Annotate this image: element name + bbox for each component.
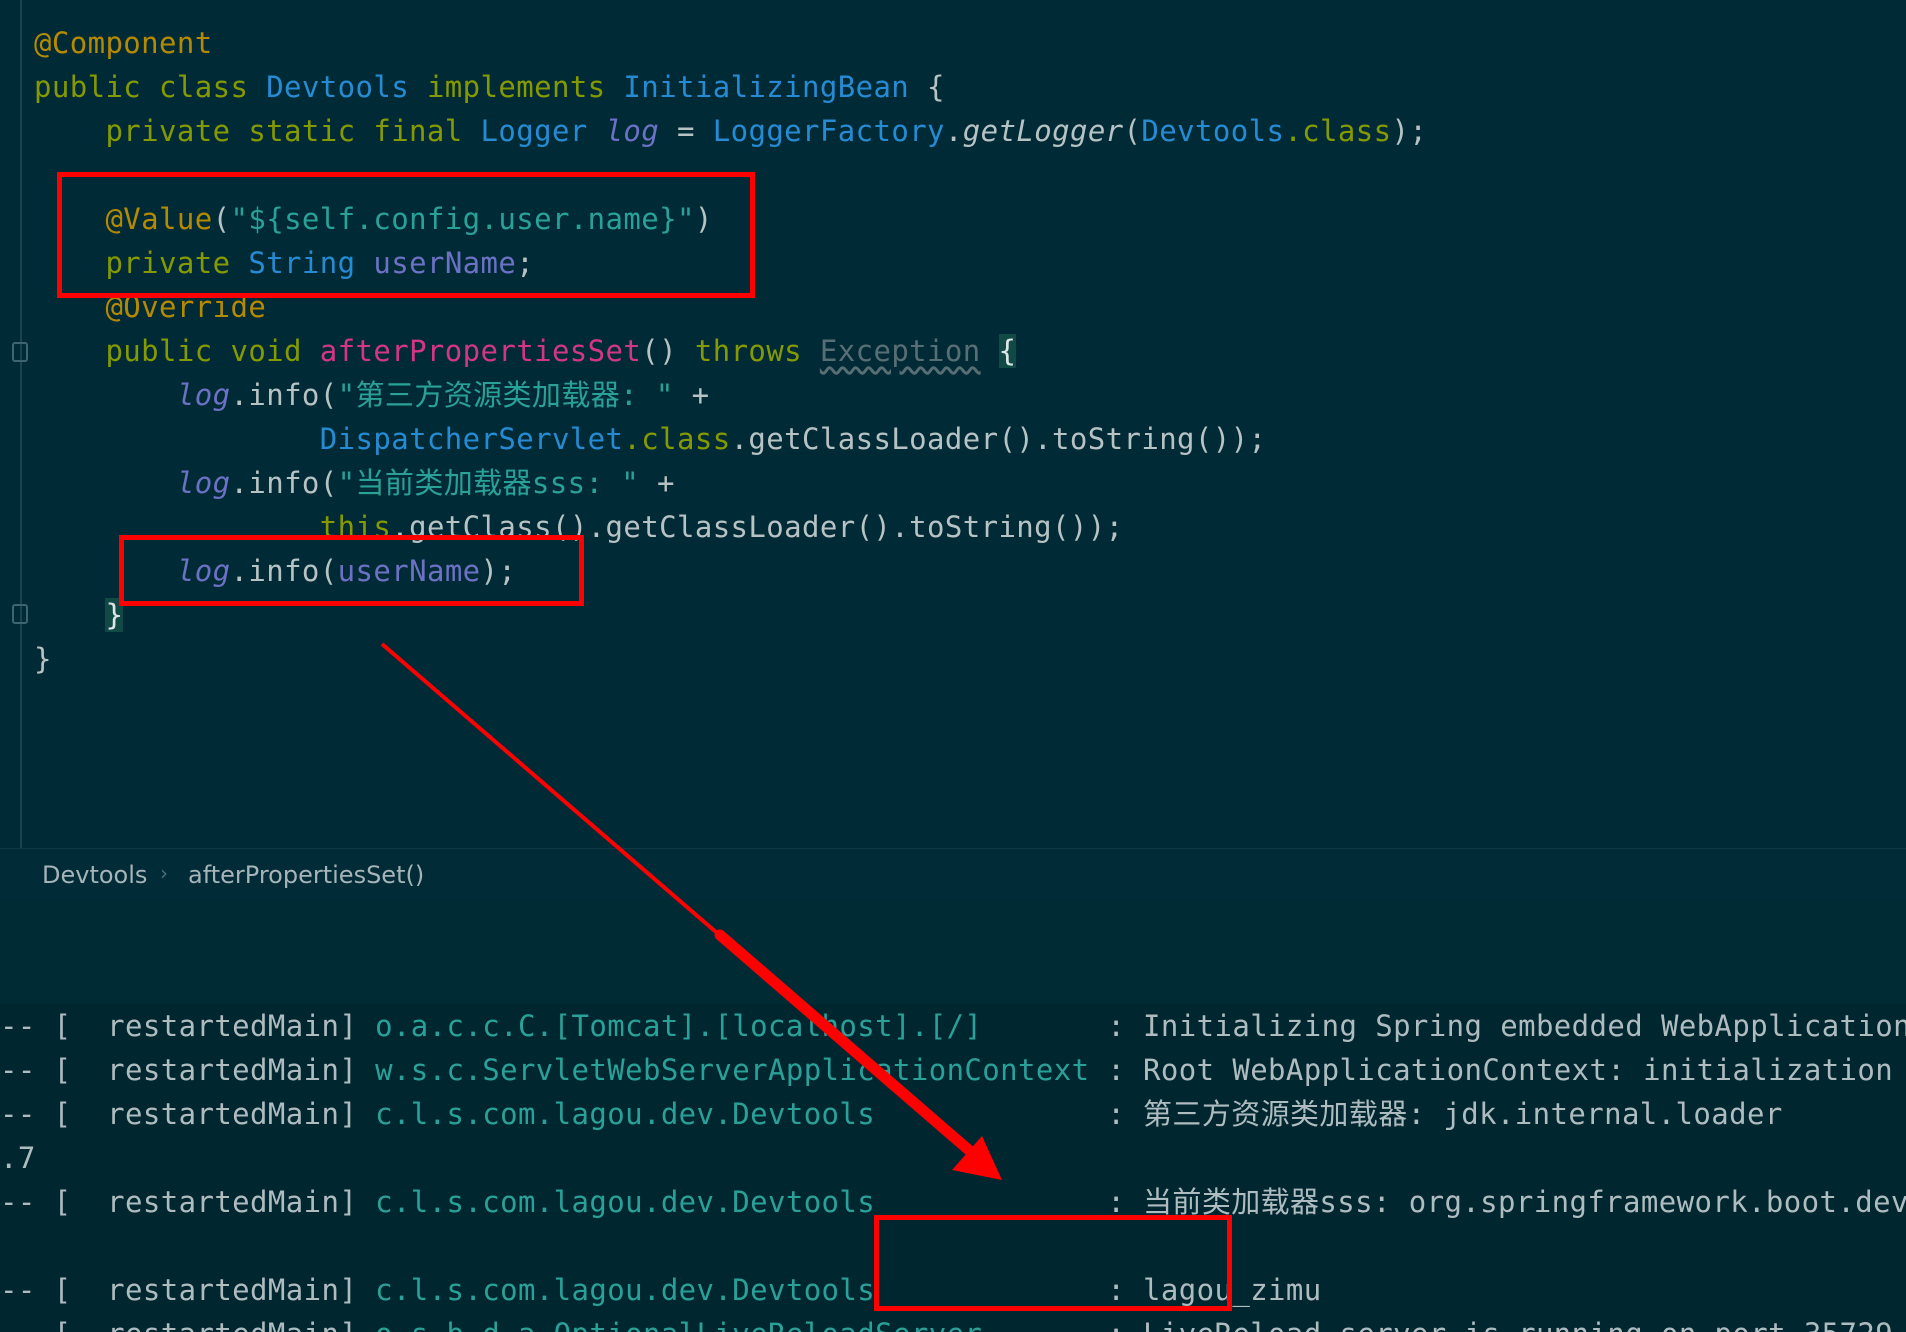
code-token: log <box>176 378 231 412</box>
log-message: : 当前类加载器sss: org.springframework.boot.de… <box>1107 1185 1906 1219</box>
code-token: .info( <box>230 378 338 412</box>
code-token: LoggerFactory <box>712 114 945 148</box>
code-token: Logger <box>480 114 588 148</box>
code-token: "当前类加载器sss: " <box>337 466 640 500</box>
code-line[interactable]: } <box>34 593 124 637</box>
console-line[interactable]: -- [ restartedMain] c.l.s.com.lagou.dev.… <box>0 1092 1783 1136</box>
code-token: ); <box>1391 114 1428 148</box>
log-logger-name: o.s.b.d.a.OptionalLiveReloadServer <box>375 1317 1089 1332</box>
fold-end-icon[interactable] <box>12 604 28 624</box>
code-line[interactable]: log.info("当前类加载器sss: " + <box>34 461 675 505</box>
code-token: @Component <box>34 26 213 60</box>
code-token: } <box>34 642 52 676</box>
code-token: + <box>673 378 710 412</box>
console-line[interactable]: -- [ restartedMain] w.s.c.ServletWebServ… <box>0 1048 1906 1092</box>
code-token: DispatcherServlet <box>319 422 624 456</box>
log-thread: -- [ restartedMain] <box>0 1317 375 1332</box>
console-line[interactable]: .7 <box>0 1136 36 1180</box>
log-message: : Initializing Spring embedded WebApplic… <box>1107 1009 1906 1043</box>
code-token: .getClassLoader().toString()); <box>730 422 1267 456</box>
code-token: Devtools <box>266 70 410 104</box>
code-line[interactable]: public class Devtools implements Initial… <box>34 65 945 109</box>
code-token: InitializingBean <box>623 70 910 104</box>
code-line[interactable]: public void afterPropertiesSet() throws … <box>34 329 1017 373</box>
breadcrumb-class[interactable]: Devtools <box>42 861 147 889</box>
highlight-box-log-username <box>119 535 584 606</box>
code-token: public class <box>34 70 267 104</box>
code-token: .class <box>1284 114 1392 148</box>
code-token: .class <box>623 422 731 456</box>
log-thread: -- [ restartedMain] <box>0 1009 376 1043</box>
log-message: : LiveReload server is running on port 3… <box>1089 1317 1893 1332</box>
chevron-right-icon: › <box>160 861 168 885</box>
log-message: : 第三方资源类加载器: jdk.internal.loader <box>1089 1097 1783 1131</box>
code-line[interactable]: @Component <box>34 21 213 65</box>
code-token: + <box>639 466 675 500</box>
log-logger-name: o.a.c.c.C.[Tomcat].[localhost].[/] <box>375 1009 1090 1043</box>
gutter-divider <box>20 0 22 848</box>
code-token: implements <box>409 70 624 104</box>
code-token: throws <box>694 334 820 368</box>
code-line[interactable]: } <box>34 637 52 681</box>
log-thread: -- [ restartedMain] <box>0 1097 376 1131</box>
log-thread: -- [ restartedMain] <box>0 1273 376 1307</box>
code-token: ( <box>1123 114 1142 148</box>
breadcrumb-method[interactable]: afterPropertiesSet() <box>188 861 424 889</box>
fold-method-icon[interactable] <box>12 342 28 362</box>
code-token: log <box>605 114 660 148</box>
code-token: afterPropertiesSet <box>319 334 642 368</box>
code-token: Devtools <box>1141 114 1285 148</box>
log-thread: .7 <box>0 1141 36 1175</box>
log-message: : Root WebApplicationContext: initializa… <box>1107 1053 1894 1087</box>
log-thread: -- [ restartedMain] <box>0 1053 376 1087</box>
code-token: public void <box>34 334 320 368</box>
code-token: "第三方资源类加载器: " <box>337 378 674 412</box>
code-token: { <box>909 70 945 104</box>
console-toolbar-area <box>0 900 1906 1004</box>
breadcrumb: Devtools › afterPropertiesSet() <box>0 848 1906 901</box>
code-line[interactable]: private static final Logger log = Logger… <box>34 109 1427 153</box>
code-token: getLogger <box>962 114 1124 148</box>
log-logger-name: c.l.s.com.lagou.dev.Devtools <box>375 1185 1090 1219</box>
log-thread: -- [ restartedMain] <box>0 1185 376 1219</box>
code-line[interactable]: log.info("第三方资源类加载器: " + <box>34 373 709 417</box>
console-line[interactable]: -- [ restartedMain] o.a.c.c.C.[Tomcat].[… <box>0 1004 1906 1048</box>
code-token: () <box>641 334 695 368</box>
highlight-box-value-field <box>57 172 755 298</box>
console-line[interactable]: -- [ restartedMain] o.s.b.d.a.OptionalLi… <box>0 1312 1893 1332</box>
code-token: . <box>944 114 963 148</box>
code-token: private static final <box>34 114 481 148</box>
log-logger-name: w.s.c.ServletWebServerApplicationContext <box>375 1053 1090 1087</box>
code-token: log <box>176 466 231 500</box>
highlight-box-console-output <box>874 1215 1232 1311</box>
code-token: Exception <box>819 334 981 368</box>
log-logger-name: c.l.s.com.lagou.dev.Devtools <box>375 1097 1090 1131</box>
code-token: .info( <box>230 466 338 500</box>
code-editor[interactable]: @Component public class Devtools implemen… <box>0 0 1906 848</box>
code-token: { <box>998 334 1017 368</box>
code-token: = <box>659 114 713 148</box>
code-line[interactable]: DispatcherServlet.class.getClassLoader()… <box>34 417 1266 461</box>
